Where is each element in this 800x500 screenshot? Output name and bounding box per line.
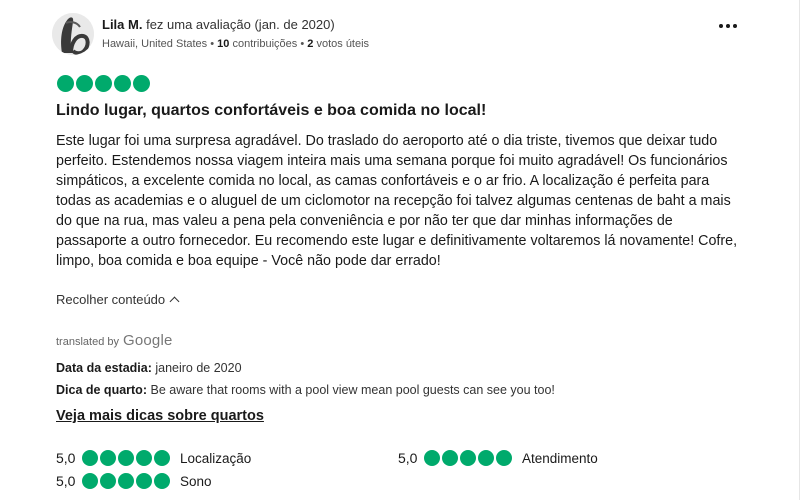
sub-rating-label: Localização	[180, 450, 252, 466]
reviewer-meta: Hawaii, United States • 10 contribuições…	[102, 38, 369, 50]
rating-bubble-icon	[82, 450, 98, 466]
more-horizontal-icon	[726, 24, 730, 28]
avatar[interactable]	[52, 13, 94, 55]
rating-bubble-icon	[424, 450, 440, 466]
room-tip: Dica de quarto: Be aware that rooms with…	[56, 383, 555, 397]
more-horizontal-icon	[719, 24, 723, 28]
reviewer-name[interactable]: Lila M.	[102, 17, 142, 32]
rating-bubble-icon	[133, 75, 150, 92]
rating-bubble-icon	[95, 75, 112, 92]
room-tip-label: Dica de quarto:	[56, 383, 147, 397]
votes-count: 2	[307, 38, 314, 50]
review-card: Lila M. fez uma avaliação (jan. de 2020)…	[0, 0, 800, 500]
sub-rating-label: Atendimento	[522, 450, 598, 466]
sub-rating-label: Sono	[180, 473, 212, 489]
sub-rating-service: 5,0 Atendimento	[398, 450, 598, 466]
reviewer-location: Hawaii, United States	[102, 38, 208, 50]
sub-rating-score: 5,0	[56, 450, 76, 466]
contributions-count: 10	[217, 38, 230, 50]
stay-date-value: janeiro de 2020	[155, 361, 242, 375]
sub-rating-bubbles	[424, 450, 512, 466]
translated-by-google: translated by Google	[56, 332, 173, 349]
stay-date: Data da estadia: janeiro de 2020	[56, 361, 242, 375]
rating-bubble-icon	[100, 450, 116, 466]
votes-label: votos úteis	[316, 38, 370, 50]
meta-separator: •	[210, 38, 215, 50]
sub-rating-bubbles	[82, 450, 170, 466]
rating-bubble-icon	[136, 450, 152, 466]
chevron-up-icon	[169, 296, 180, 306]
contributions-label: contribuições	[232, 38, 298, 50]
more-horizontal-icon	[733, 24, 737, 28]
rating-bubble-icon	[478, 450, 494, 466]
sub-rating-sleep: 5,0 Sono	[56, 473, 212, 489]
rating-bubble-icon	[82, 473, 98, 489]
rating-bubble-icon	[76, 75, 93, 92]
rating-bubble-icon	[118, 473, 134, 489]
reviewer-action: fez uma avaliação (jan. de 2020)	[146, 17, 335, 32]
collapse-label: Recolher conteúdo	[56, 292, 166, 307]
sub-rating-bubbles	[82, 473, 170, 489]
reviewer-header: Lila M. fez uma avaliação (jan. de 2020)	[102, 17, 335, 32]
rating-bubble-icon	[136, 473, 152, 489]
sub-rating-score: 5,0	[398, 450, 418, 466]
review-body: Este lugar foi uma surpresa agradável. D…	[56, 133, 738, 269]
more-room-tips-link[interactable]: Veja mais dicas sobre quartos	[56, 408, 264, 424]
rating-bubble-icon	[57, 75, 74, 92]
rating-bubble-icon	[100, 473, 116, 489]
rating-bubble-icon	[118, 450, 134, 466]
stay-date-label: Data da estadia:	[56, 361, 152, 375]
more-options-button[interactable]	[714, 14, 742, 38]
rating-bubble-icon	[460, 450, 476, 466]
rating-bubble-icon	[114, 75, 131, 92]
review-title[interactable]: Lindo lugar, quartos confortáveis e boa …	[56, 102, 486, 120]
rating-bubble-icon	[442, 450, 458, 466]
avatar-image	[52, 13, 94, 55]
sub-rating-score: 5,0	[56, 473, 76, 489]
rating-bubble-icon	[496, 450, 512, 466]
collapse-content-button[interactable]: Recolher conteúdo	[56, 292, 180, 307]
meta-separator: •	[300, 38, 305, 50]
translated-prefix: translated by	[56, 336, 119, 348]
review-rating-bubbles	[57, 75, 150, 92]
rating-bubble-icon	[154, 473, 170, 489]
rating-bubble-icon	[154, 450, 170, 466]
sub-rating-location: 5,0 Localização	[56, 450, 251, 466]
google-logo: Google	[122, 332, 173, 349]
room-tip-value: Be aware that rooms with a pool view mea…	[150, 383, 555, 397]
